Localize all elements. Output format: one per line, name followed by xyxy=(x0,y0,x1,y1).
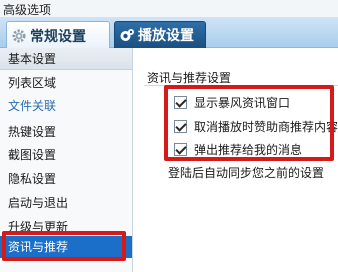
sidebar-item-hotkey-settings[interactable]: 热键设置 xyxy=(0,121,132,143)
sidebar-item-list-area[interactable]: 列表区域 xyxy=(0,72,132,94)
sync-note: 登陆后自动同步您之前的设置 xyxy=(168,166,325,180)
player-icon xyxy=(120,29,134,41)
tab-bar: 常规设置 播放设置 xyxy=(0,17,338,49)
window-title: 高级选项 xyxy=(3,3,52,17)
tab-play-settings[interactable]: 播放设置 xyxy=(114,21,206,48)
tab-general-label: 常规设置 xyxy=(30,28,86,45)
section-title: 资讯与推荐设置 xyxy=(147,71,232,85)
title-bar: 高级选项 xyxy=(0,0,338,17)
tab-play-label: 播放设置 xyxy=(138,28,194,44)
annotation-highlight-sidebar xyxy=(2,231,126,261)
gear-icon xyxy=(12,29,26,42)
annotation-highlight-options xyxy=(164,85,334,161)
sidebar-item-basic-settings[interactable]: 基本设置 xyxy=(0,48,132,70)
tab-general-settings[interactable]: 常规设置 xyxy=(6,21,110,49)
sidebar-item-privacy-settings[interactable]: 隐私设置 xyxy=(0,168,132,190)
sidebar-item-file-association[interactable]: 文件关联 xyxy=(0,95,132,117)
sidebar-item-startup-exit[interactable]: 启动与退出 xyxy=(0,192,132,214)
sidebar-item-screenshot-settings[interactable]: 截图设置 xyxy=(0,144,132,166)
